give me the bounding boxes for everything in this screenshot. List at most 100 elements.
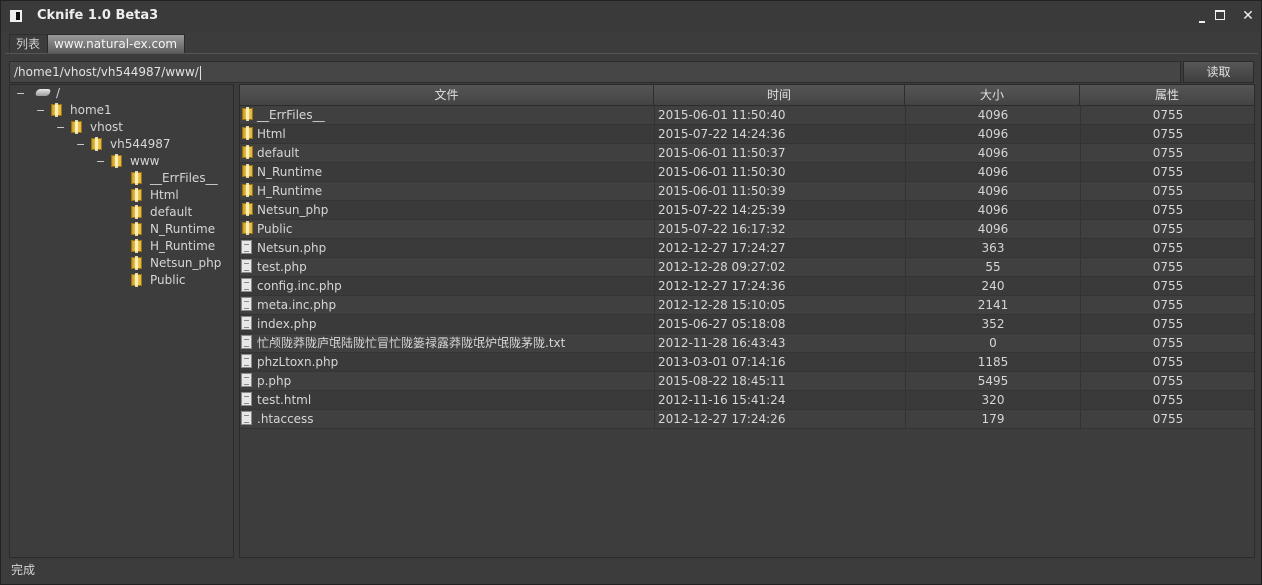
file-icon: [241, 316, 252, 330]
cell-name: meta.inc.php: [241, 296, 653, 314]
file-name: __ErrFiles__: [257, 108, 325, 122]
cell-time: 2015-07-22 14:24:36: [654, 125, 906, 143]
file-name: test.html: [257, 393, 312, 407]
cell-name: Netsun.php: [241, 239, 653, 257]
cell-time: 2012-12-28 09:27:02: [654, 258, 906, 276]
file-name: index.php: [257, 317, 317, 331]
collapse-icon[interactable]: −: [96, 153, 105, 170]
cell-perm: 0755: [1080, 334, 1254, 352]
cell-size: 4096: [905, 201, 1080, 219]
table-row[interactable]: Public 2015-07-22 16:17:32 4096 0755: [240, 220, 1254, 239]
folder-icon: [130, 205, 143, 219]
cell-time: 2012-12-27 17:24:26: [654, 410, 906, 428]
column-header-time[interactable]: 时间: [654, 85, 905, 105]
path-value: /home1/vhost/vh544987/www/: [14, 65, 199, 79]
cell-size: 4096: [905, 163, 1080, 181]
folder-icon: [90, 137, 103, 151]
cell-size: 4096: [905, 220, 1080, 238]
cell-perm: 0755: [1080, 315, 1254, 333]
table-row[interactable]: Html 2015-07-22 14:24:36 4096 0755: [240, 125, 1254, 144]
cell-name: Netsun_php: [241, 201, 653, 219]
tab-site[interactable]: www.natural-ex.com: [47, 34, 185, 53]
collapse-icon[interactable]: −: [56, 119, 65, 136]
table-row[interactable]: 忙颅陇莽陇庐氓陆陇忙冒忙陇篓禄露莽陇氓炉氓陇茅陇.txt 2012-11-28 1…: [240, 334, 1254, 353]
column-header-perm[interactable]: 属性: [1080, 85, 1254, 105]
cell-time: 2015-06-01 11:50:37: [654, 144, 906, 162]
cell-perm: 0755: [1080, 296, 1254, 314]
cell-size: 1185: [905, 353, 1080, 371]
table-row[interactable]: test.php 2012-12-28 09:27:02 55 0755: [240, 258, 1254, 277]
folder-icon: [110, 154, 123, 168]
tree-node-label: www: [130, 154, 160, 168]
file-name: meta.inc.php: [257, 298, 337, 312]
minimize-button[interactable]: [1197, 9, 1211, 23]
table-row[interactable]: test.html 2012-11-16 15:41:24 320 0755: [240, 391, 1254, 410]
cell-time: 2012-11-28 16:43:43: [654, 334, 906, 352]
table-row[interactable]: phzLtoxn.php 2013-03-01 07:14:16 1185 0755: [240, 353, 1254, 372]
cell-name: Html: [241, 125, 653, 143]
cell-perm: 0755: [1080, 391, 1254, 409]
table-row[interactable]: N_Runtime 2015-06-01 11:50:30 4096 0755: [240, 163, 1254, 182]
tree-node-label: N_Runtime: [150, 222, 216, 236]
file-name: test.php: [257, 260, 307, 274]
cell-size: 55: [905, 258, 1080, 276]
collapse-icon[interactable]: −: [36, 102, 45, 119]
table-row[interactable]: meta.inc.php 2012-12-28 15:10:05 2141 0755: [240, 296, 1254, 315]
cell-size: 4096: [905, 125, 1080, 143]
cell-perm: 0755: [1080, 125, 1254, 143]
cell-time: 2015-06-01 11:50:30: [654, 163, 906, 181]
folder-icon: [241, 164, 254, 178]
table-row[interactable]: Netsun.php 2012-12-27 17:24:27 363 0755: [240, 239, 1254, 258]
tree-node-label: __ErrFiles__: [150, 171, 218, 185]
read-button[interactable]: 读取: [1183, 61, 1254, 83]
title-bar[interactable]: Cknife 1.0 Beta3 ✕: [1, 1, 1261, 33]
cell-perm: 0755: [1080, 372, 1254, 390]
table-row[interactable]: Netsun_php 2015-07-22 14:25:39 4096 0755: [240, 201, 1254, 220]
cell-size: 363: [905, 239, 1080, 257]
app-window: Cknife 1.0 Beta3 ✕ 列表 www.natural-ex.com…: [0, 0, 1262, 585]
cell-perm: 0755: [1080, 410, 1254, 428]
column-header-size[interactable]: 大小: [905, 85, 1080, 105]
cell-name: default: [241, 144, 653, 162]
directory-tree: − / − home1 − vhost − vh544987 − www __E…: [9, 84, 234, 558]
folder-icon: [130, 256, 143, 270]
tab-list[interactable]: 列表: [9, 34, 49, 53]
cell-perm: 0755: [1080, 220, 1254, 238]
collapse-icon[interactable]: −: [76, 136, 85, 153]
cell-name: config.inc.php: [241, 277, 653, 295]
table-row[interactable]: .htaccess 2012-12-27 17:24:26 179 0755: [240, 410, 1254, 429]
cell-name: .htaccess: [241, 410, 653, 428]
column-header-file[interactable]: 文件: [240, 85, 654, 105]
table-row[interactable]: index.php 2015-06-27 05:18:08 352 0755: [240, 315, 1254, 334]
table-row[interactable]: config.inc.php 2012-12-27 17:24:36 240 0755: [240, 277, 1254, 296]
file-icon: [241, 297, 252, 311]
file-name: Netsun.php: [257, 241, 327, 255]
cell-size: 4096: [905, 182, 1080, 200]
tree-node-label: Netsun_php: [150, 256, 222, 270]
cell-size: 240: [905, 277, 1080, 295]
tree-node-label: home1: [70, 103, 112, 117]
collapse-icon[interactable]: −: [16, 85, 25, 102]
path-input[interactable]: /home1/vhost/vh544987/www/: [9, 61, 1181, 83]
cell-size: 352: [905, 315, 1080, 333]
cell-time: 2012-12-28 15:10:05: [654, 296, 906, 314]
cell-name: 忙颅陇莽陇庐氓陆陇忙冒忙陇篓禄露莽陇氓炉氓陇茅陇.txt: [241, 334, 653, 352]
cell-time: 2015-07-22 14:25:39: [654, 201, 906, 219]
file-icon: [241, 335, 252, 349]
table-row[interactable]: H_Runtime 2015-06-01 11:50:39 4096 0755: [240, 182, 1254, 201]
status-text: 完成: [11, 563, 36, 577]
folder-icon: [241, 145, 254, 159]
tree-node-label: Public: [150, 273, 186, 287]
cell-perm: 0755: [1080, 258, 1254, 276]
table-row[interactable]: __ErrFiles__ 2015-06-01 11:50:40 4096 0755: [240, 106, 1254, 125]
window-title: Cknife 1.0 Beta3: [37, 8, 159, 23]
table-row[interactable]: p.php 2015-08-22 18:45:11 5495 0755: [240, 372, 1254, 391]
table-row[interactable]: default 2015-06-01 11:50:37 4096 0755: [240, 144, 1254, 163]
cell-time: 2015-06-27 05:18:08: [654, 315, 906, 333]
maximize-button[interactable]: [1215, 9, 1229, 23]
cell-size: 4096: [905, 144, 1080, 162]
close-button[interactable]: ✕: [1241, 9, 1255, 23]
cell-time: 2012-12-27 17:24:36: [654, 277, 906, 295]
cell-name: test.html: [241, 391, 653, 409]
folder-icon: [130, 239, 143, 253]
